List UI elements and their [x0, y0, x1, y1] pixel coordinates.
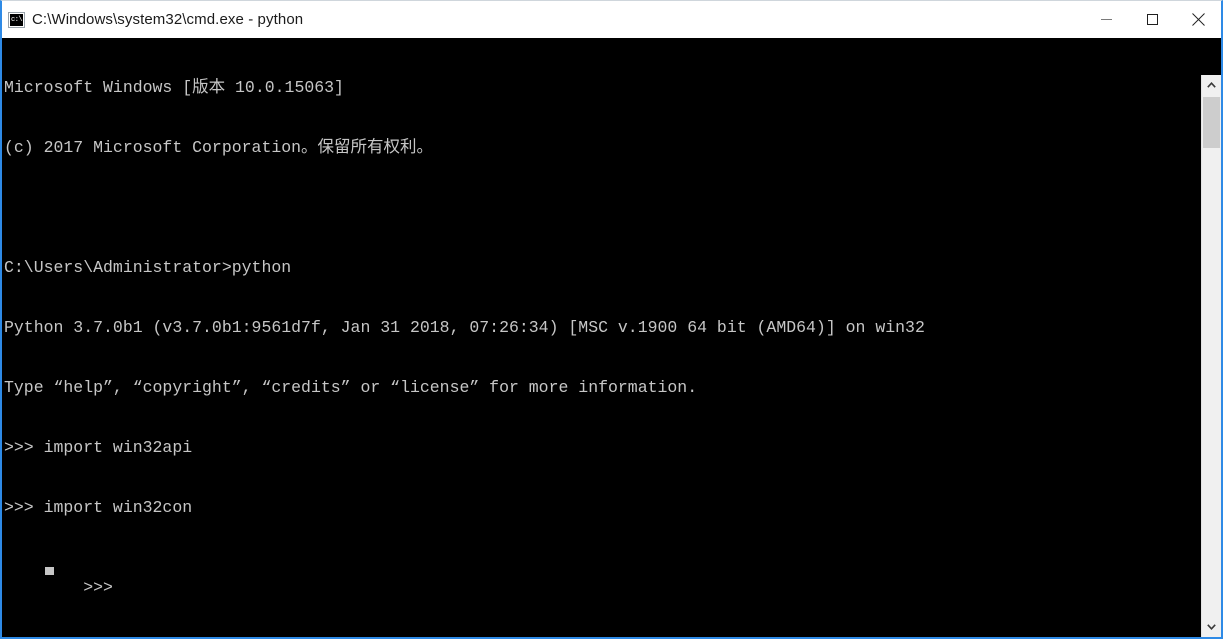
scroll-up-arrow-icon: [1207, 82, 1216, 88]
scroll-up-button[interactable]: [1202, 75, 1221, 95]
title-bar[interactable]: c:\ C:\Windows\system32\cmd.exe - python: [2, 1, 1221, 38]
scrollbar-thumb[interactable]: [1203, 97, 1220, 148]
close-button[interactable]: [1175, 1, 1221, 38]
close-icon: [1191, 13, 1205, 26]
cmd-window: c:\ C:\Windows\system32\cmd.exe - python: [0, 0, 1223, 639]
maximize-button[interactable]: [1129, 1, 1175, 38]
vertical-scrollbar[interactable]: [1201, 75, 1221, 637]
minimize-button[interactable]: [1083, 1, 1129, 38]
console-prompt-line: >>>: [4, 558, 1199, 597]
scrollbar-track[interactable]: [1202, 95, 1221, 617]
text-cursor: [45, 567, 54, 575]
minimize-icon: [1100, 19, 1112, 20]
cmd-exe-icon-glyph: c:\: [10, 13, 23, 26]
window-controls: [1083, 1, 1221, 38]
console-text: Microsoft Windows [版本 10.0.15063] (c) 20…: [4, 38, 1199, 637]
scroll-down-arrow-icon: [1207, 624, 1216, 630]
maximize-icon: [1146, 14, 1158, 25]
console-line: Microsoft Windows [版本 10.0.15063]: [4, 78, 344, 97]
scroll-down-button[interactable]: [1202, 617, 1221, 637]
cmd-exe-icon: c:\: [8, 11, 25, 28]
console-line: >>> import win32con: [4, 498, 193, 517]
console-line: Type “help”, “copyright”, “credits” or “…: [4, 378, 698, 397]
console-line: C:\Users\Administrator>python: [4, 258, 292, 277]
prompt-text: >>>: [83, 578, 123, 597]
window-title: C:\Windows\system32\cmd.exe - python: [32, 10, 304, 28]
console-line: (c) 2017 Microsoft Corporation。保留所有权利。: [4, 138, 434, 157]
console-line: >>> import win32api: [4, 438, 193, 457]
console-line: Python 3.7.0b1 (v3.7.0b1:9561d7f, Jan 31…: [4, 318, 925, 337]
console-output-area[interactable]: Microsoft Windows [版本 10.0.15063] (c) 20…: [2, 38, 1221, 637]
